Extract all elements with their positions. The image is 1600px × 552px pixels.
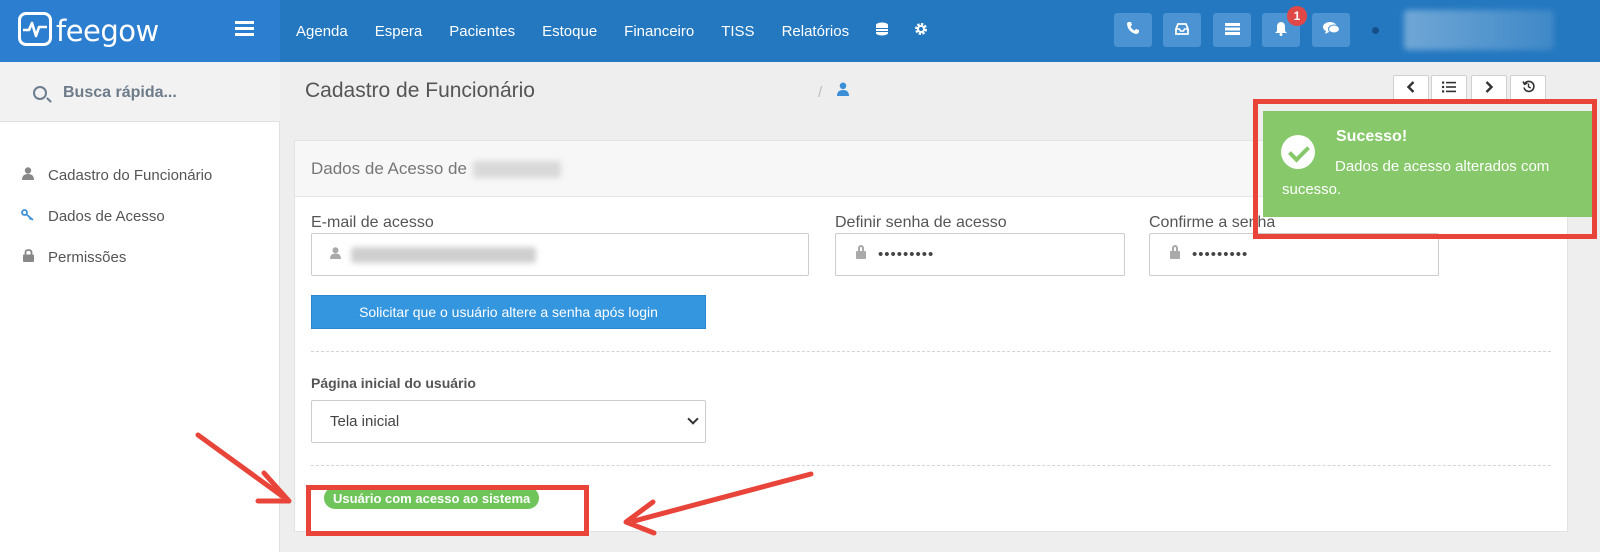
annotation-arrows	[195, 432, 814, 536]
annotation-arrow-right	[631, 471, 814, 524]
annotation-arrow-left	[195, 432, 285, 499]
annotation-arrowhead-left	[255, 470, 292, 504]
